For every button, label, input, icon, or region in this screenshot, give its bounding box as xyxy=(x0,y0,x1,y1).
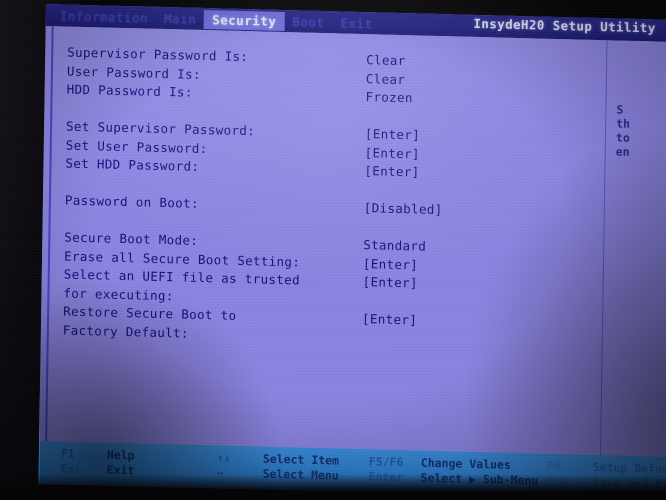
footer-action: Select Menu xyxy=(262,466,339,483)
footer-key[interactable]: ↑↓ xyxy=(217,450,263,466)
footer-key[interactable]: ↔ xyxy=(217,465,263,481)
setting-value[interactable]: [Enter] xyxy=(365,145,420,161)
setting-label: HDD Password Is: xyxy=(66,81,193,100)
footer-action: Save and Exit xyxy=(592,474,666,492)
setting-label: Set HDD Password: xyxy=(65,155,200,174)
setting-value[interactable]: [Enter] xyxy=(363,256,418,272)
footer-action: Help xyxy=(106,447,135,463)
setting-label: User Password Is: xyxy=(66,63,201,82)
setting-value: Frozen xyxy=(365,89,413,106)
footer-column-navigation: F1 Help Esc Exit xyxy=(61,447,135,479)
setting-value[interactable]: [Enter] xyxy=(364,163,419,179)
setting-value[interactable]: [Enter] xyxy=(363,274,418,290)
footer-action: Select ▶ Sub-Menu xyxy=(420,470,539,488)
footer-key[interactable]: F1 xyxy=(61,447,107,463)
footer-column-defaults: F9 Setup Defaults F10 Save and Exit xyxy=(546,459,666,493)
tab-security[interactable]: Security xyxy=(204,9,285,31)
setting-label-continuation: Factory Default: xyxy=(62,322,189,341)
laptop-screen-photo: Information Main Security Boot Exit Insy… xyxy=(0,0,666,500)
help-line: S xyxy=(616,102,624,117)
setting-value[interactable]: [Enter] xyxy=(362,311,417,327)
help-pane: S th to en xyxy=(605,40,666,457)
help-line: en xyxy=(615,144,630,159)
utility-title: InsydeH20 Setup Utility xyxy=(473,15,656,36)
setting-value: Clear xyxy=(365,70,406,87)
setting-label: Restore Secure Boot to xyxy=(63,303,237,323)
screen-body: Supervisor Password Is: Clear User Passw… xyxy=(39,25,666,457)
setting-value[interactable]: [Enter] xyxy=(365,126,420,142)
tab-boot[interactable]: Boot xyxy=(284,12,332,32)
footer-action: Exit xyxy=(106,462,135,478)
tab-information[interactable]: Information xyxy=(52,6,157,28)
footer-key[interactable]: Esc xyxy=(61,462,107,478)
footer-action: Change Values xyxy=(420,455,511,472)
footer-key[interactable]: F10 xyxy=(546,474,592,490)
setting-label-continuation: for executing: xyxy=(63,285,174,303)
setting-label: Secure Boot Mode: xyxy=(64,229,199,248)
footer-key[interactable]: F9 xyxy=(547,459,593,475)
footer-column-values: F5/F6 Change Values Enter Select ▶ Sub-Men… xyxy=(368,454,539,488)
tab-main[interactable]: Main xyxy=(156,8,204,28)
help-line: to xyxy=(615,130,630,145)
help-line: th xyxy=(616,116,631,131)
setting-value[interactable]: [Disabled] xyxy=(364,200,443,217)
setting-value: Clear xyxy=(366,52,406,69)
footer-action: Select Item xyxy=(262,451,340,468)
footer-action: Setup Defaults xyxy=(592,459,666,477)
tab-exit[interactable]: Exit xyxy=(332,13,380,33)
setting-label: Supervisor Password Is: xyxy=(67,44,249,65)
bios-screen: Information Main Security Boot Exit Insy… xyxy=(38,4,666,500)
setting-value[interactable]: Standard xyxy=(363,237,426,254)
footer-key[interactable]: F5/F6 xyxy=(369,454,421,470)
setting-label: Set User Password: xyxy=(65,137,208,156)
footer-column-select: ↑↓ Select Item ↔ Select Menu xyxy=(217,450,340,483)
footer-key[interactable]: Enter xyxy=(368,469,420,485)
setting-label: Password on Boot: xyxy=(64,192,199,211)
settings-pane: Supervisor Password Is: Clear User Passw… xyxy=(45,26,608,456)
